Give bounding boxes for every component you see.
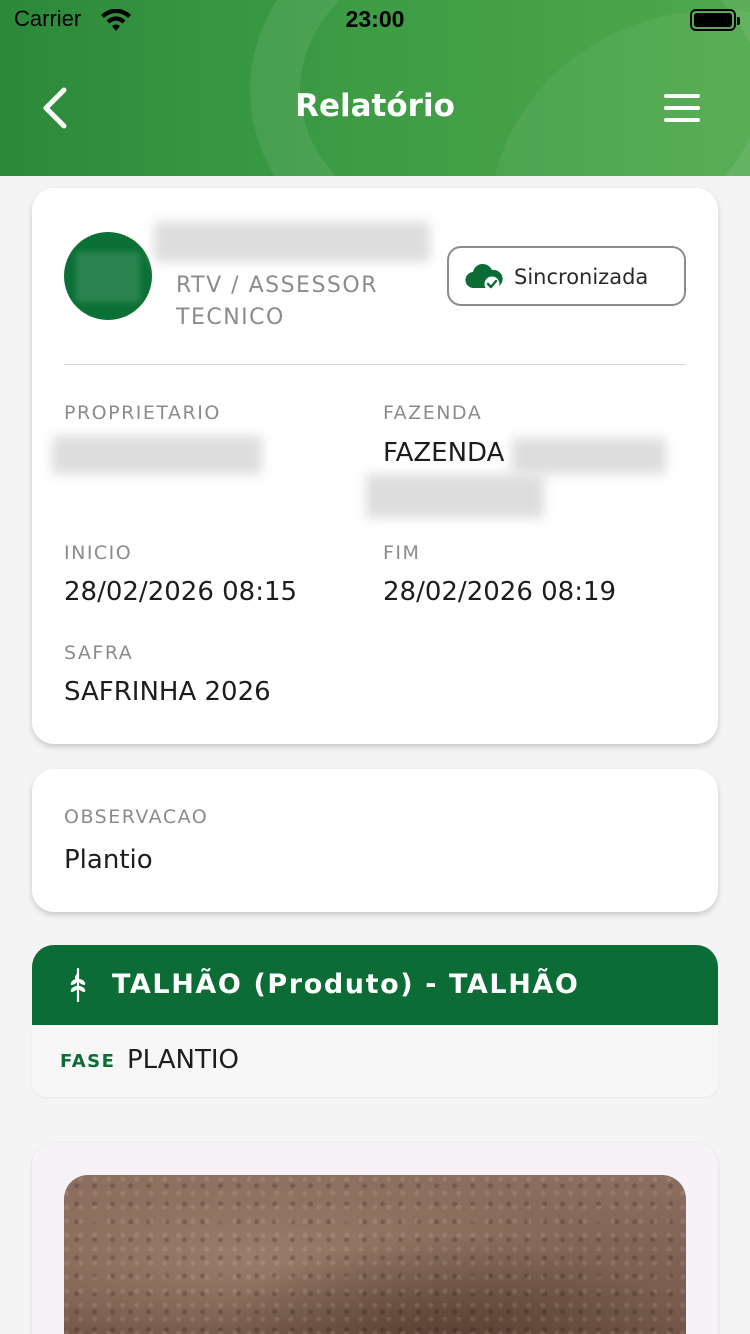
status-bar: Carrier 23:00 bbox=[0, 0, 750, 40]
sync-label: Sincronizada bbox=[514, 265, 649, 289]
status-time: 23:00 bbox=[345, 6, 405, 32]
proprietario-label: PROPRIETARIO bbox=[64, 402, 221, 424]
fase-value: PLANTIO bbox=[127, 1045, 240, 1075]
fim-label: FIM bbox=[383, 542, 421, 564]
report-info-card: RTV / ASSESSOR TECNICO Sincronizada PROP… bbox=[32, 188, 718, 744]
inicio-label: INICIO bbox=[64, 542, 133, 564]
safra-value: SAFRINHA 2026 bbox=[64, 677, 271, 707]
sync-status-badge: Sincronizada bbox=[447, 246, 686, 306]
observation-value: Plantio bbox=[64, 845, 153, 875]
page-title: Relatório bbox=[295, 88, 455, 124]
inicio-value: 28/02/2026 08:15 bbox=[64, 577, 298, 607]
talhao-title: TALHÃO (Produto) - TALHÃO bbox=[112, 969, 580, 1000]
observation-card: OBSERVACAO Plantio bbox=[32, 769, 718, 912]
user-name-redacted bbox=[154, 222, 430, 262]
menu-icon[interactable] bbox=[660, 92, 700, 124]
fim-value: 28/02/2026 08:19 bbox=[383, 577, 617, 607]
proprietario-value-redacted bbox=[52, 436, 262, 474]
user-role: RTV / ASSESSOR TECNICO bbox=[176, 273, 378, 330]
fazenda-name-redacted-2 bbox=[366, 474, 544, 518]
avatar bbox=[64, 232, 152, 320]
fazenda-value: FAZENDA bbox=[383, 438, 505, 468]
photo-card bbox=[32, 1143, 718, 1334]
fazenda-label: FAZENDA bbox=[383, 402, 483, 424]
talhao-header[interactable]: TALHÃO (Produto) - TALHÃO bbox=[32, 945, 718, 1025]
fazenda-name-redacted bbox=[512, 438, 666, 474]
soil-photo[interactable] bbox=[64, 1175, 686, 1334]
battery-icon bbox=[690, 9, 740, 31]
app-header: Carrier 23:00 Relatório bbox=[0, 0, 750, 176]
observation-label: OBSERVACAO bbox=[64, 806, 209, 828]
fase-label: FASE bbox=[60, 1051, 116, 1072]
divider bbox=[64, 364, 686, 365]
safra-label: SAFRA bbox=[64, 642, 134, 664]
cloud-check-icon bbox=[465, 263, 503, 292]
wheat-icon bbox=[70, 967, 86, 1003]
talhao-body: FASE PLANTIO bbox=[32, 1025, 718, 1097]
